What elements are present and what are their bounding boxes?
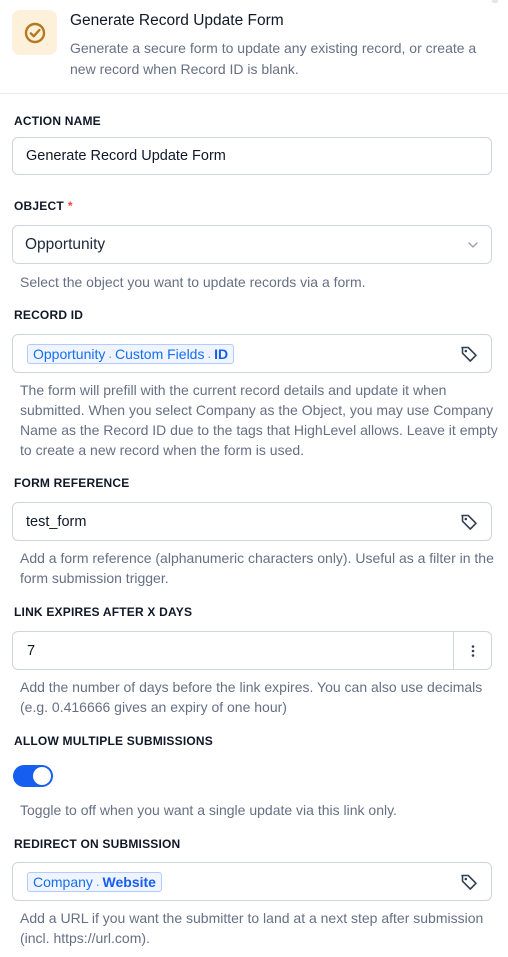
tag-icon[interactable] xyxy=(459,344,479,364)
action-name-input[interactable]: Generate Record Update Form xyxy=(12,137,492,175)
chip-separator: . xyxy=(207,346,212,361)
chip-separator: . xyxy=(95,874,100,889)
more-options-button[interactable] xyxy=(453,632,491,669)
tag-icon[interactable] xyxy=(459,512,479,532)
action-name-value: Generate Record Update Form xyxy=(26,148,226,164)
check-circle-icon xyxy=(24,22,45,43)
form-reference-value: test_form xyxy=(26,513,87,530)
record-id-merge-tag[interactable]: Opportunity. Custom Fields. ID xyxy=(27,343,235,364)
object-label-text: OBJECT xyxy=(14,199,64,213)
action-header: Generate Record Update Form Generate a s… xyxy=(0,0,508,94)
more-vertical-icon xyxy=(471,644,474,657)
action-title: Generate Record Update Form xyxy=(70,12,284,29)
link-expires-value: 7 xyxy=(27,642,36,659)
object-label: OBJECT * xyxy=(14,199,73,213)
record-id-input[interactable]: Opportunity. Custom Fields. ID xyxy=(12,334,492,373)
chip-part: ID xyxy=(214,345,229,362)
chip-part: Company xyxy=(33,873,93,890)
chip-part: Custom Fields xyxy=(115,345,205,362)
toggle-knob xyxy=(33,767,51,785)
object-help: Select the object you want to update rec… xyxy=(20,274,366,290)
form-reference-input[interactable]: test_form xyxy=(12,502,492,541)
required-mark: * xyxy=(67,199,73,213)
chip-separator: . xyxy=(108,346,112,361)
redirect-merge-tag[interactable]: Company. Website xyxy=(27,871,162,892)
chip-part: Opportunity xyxy=(33,345,106,362)
allow-multiple-toggle[interactable] xyxy=(13,765,53,787)
action-icon-tile xyxy=(12,10,57,55)
form-reference-label: FORM REFERENCE xyxy=(14,476,130,490)
object-select[interactable]: Opportunity xyxy=(12,225,492,264)
chip-part: Website xyxy=(102,873,156,890)
tag-icon[interactable] xyxy=(459,872,479,892)
allow-multiple-help: Toggle to off when you want a single upd… xyxy=(20,802,397,818)
action-name-label: ACTION NAME xyxy=(14,114,101,128)
action-description: Generate a secure form to update any exi… xyxy=(70,40,477,77)
record-id-help: The form will prefill with the current r… xyxy=(20,382,498,458)
redirect-help: Add a URL if you want the submitter to l… xyxy=(20,910,484,946)
chevron-down-icon xyxy=(468,242,478,248)
form-reference-help: Add a form reference (alphanumeric chara… xyxy=(20,550,494,586)
link-expires-help: Add the number of days before the link e… xyxy=(20,679,483,715)
redirect-input[interactable]: Company. Website xyxy=(12,862,492,901)
object-selected-value: Opportunity xyxy=(25,235,106,253)
link-expires-label: LINK EXPIRES AFTER X DAYS xyxy=(14,605,193,619)
record-id-label: RECORD ID xyxy=(14,308,84,322)
redirect-label: REDIRECT ON SUBMISSION xyxy=(14,837,181,851)
link-expires-input[interactable]: 7 xyxy=(12,631,492,670)
allow-multiple-label: ALLOW MULTIPLE SUBMISSIONS xyxy=(14,734,213,748)
